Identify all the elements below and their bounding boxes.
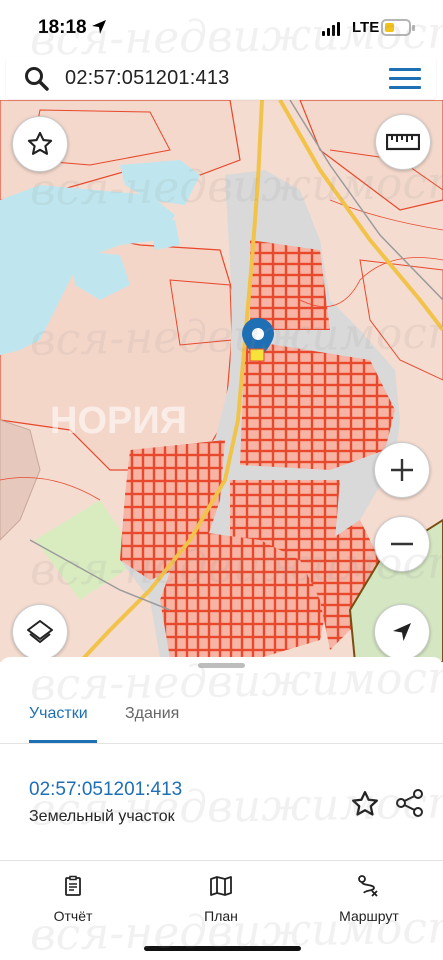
tab-parcels[interactable]: Участки [29,705,88,723]
layers-button[interactable] [12,604,68,660]
map-plan-icon [210,876,232,896]
nav-report-label: Отчёт [53,908,93,924]
tab-buildings[interactable]: Здания [125,705,179,723]
ruler-measure-button[interactable] [375,114,431,170]
search-input[interactable]: 02:57:051201:413 [65,67,229,90]
minus-icon [391,542,413,546]
star-outline-icon[interactable] [350,789,380,819]
status-time: 18:18 [38,17,87,38]
layers-icon [27,620,53,643]
cadastral-map[interactable] [0,100,443,662]
favorite-star-button[interactable] [12,116,68,172]
nav-report[interactable]: Отчёт [28,875,118,924]
network-type: LTE [352,19,380,36]
search-bar[interactable]: 02:57:051201:413 [6,57,436,99]
ruler-icon [386,133,420,151]
parcel-id-link[interactable]: 02:57:051201:413 [29,779,182,801]
location-arrow-icon [92,20,106,34]
star-outline-icon [27,131,53,155]
battery-icon [381,19,415,36]
map-view[interactable]: НОРИЯ [0,100,443,662]
cellular-signal-icon [322,22,340,36]
section-divider [0,860,443,861]
bottom-sheet: Участки Здания 02:57:051201:413 Земельны… [0,657,443,960]
parcel-type: Земельный участок [29,808,175,825]
nav-plan[interactable]: План [176,875,266,924]
zoom-in-button[interactable] [374,442,430,498]
tabs-divider [0,743,443,744]
search-icon[interactable] [24,66,50,92]
navigation-arrow-icon [393,623,411,641]
screen: 18:18 LTE 02:57:051201:413 НОРИЯ Участки… [0,0,443,960]
my-location-button[interactable] [374,604,430,660]
nav-route[interactable]: Маршрут [324,875,414,924]
zoom-out-button[interactable] [374,516,430,572]
plus-icon [391,459,413,481]
home-indicator [144,946,301,951]
nav-plan-label: План [204,908,238,924]
share-icon[interactable] [395,788,425,818]
status-bar: 18:18 LTE [0,0,443,56]
nav-route-label: Маршрут [339,908,399,924]
drag-handle[interactable] [198,663,245,668]
report-icon [65,875,81,896]
hamburger-menu-icon[interactable] [389,68,421,90]
route-icon [358,875,378,897]
